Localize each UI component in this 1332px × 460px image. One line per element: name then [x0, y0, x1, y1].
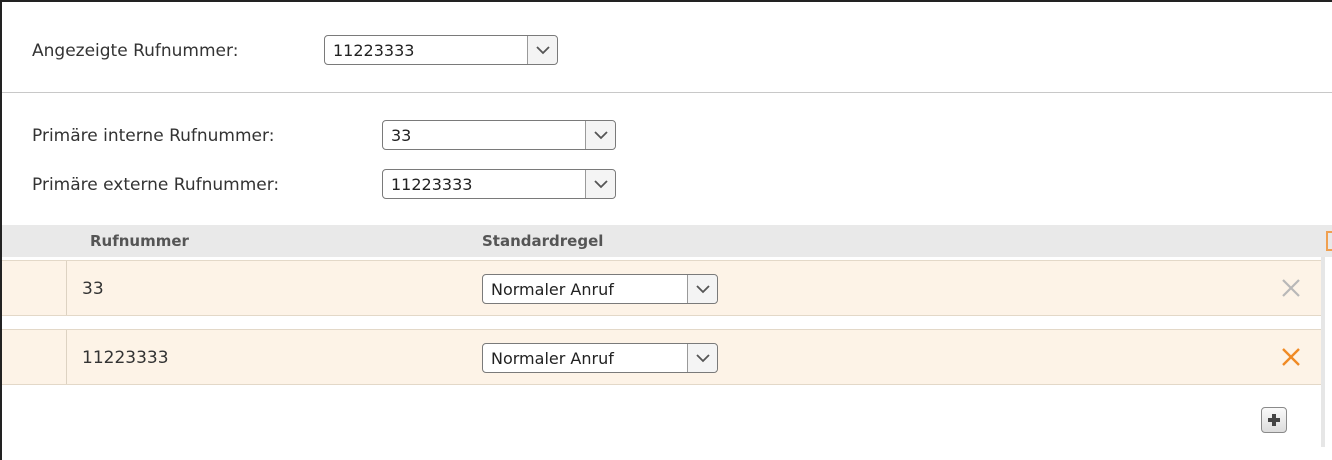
- chevron-down-icon: [687, 275, 717, 303]
- primary-internal-value: 33: [391, 125, 412, 145]
- display-number-label: Angezeigte Rufnummer:: [32, 41, 239, 61]
- primary-numbers-section: Primäre interne Rufnummer: 33 Primäre ex…: [2, 93, 1332, 223]
- chevron-down-icon: [585, 170, 615, 198]
- row-gutter: [2, 261, 67, 315]
- primary-external-select[interactable]: 11223333: [382, 169, 616, 199]
- rule-value: Normaler Anruf: [491, 348, 614, 368]
- add-number-button[interactable]: [1261, 407, 1287, 433]
- display-number-section: Angezeigte Rufnummer: 11223333: [2, 2, 1332, 93]
- rule-value: Normaler Anruf: [491, 279, 614, 299]
- plus-icon: [1268, 414, 1280, 426]
- display-number-value: 11223333: [333, 40, 415, 60]
- column-header-rule: Standardregel: [482, 232, 604, 250]
- primary-external-value: 11223333: [391, 174, 473, 194]
- row-number: 33: [82, 279, 104, 299]
- table-row: 11223333 Normaler Anruf: [2, 329, 1324, 385]
- numbers-table-header: Rufnummer Standardregel: [2, 225, 1332, 257]
- column-header-number: Rufnummer: [90, 232, 189, 250]
- table-row: 33 Normaler Anruf: [2, 260, 1324, 316]
- rule-select[interactable]: Normaler Anruf: [482, 274, 718, 304]
- rule-select[interactable]: Normaler Anruf: [482, 343, 718, 373]
- primary-external-label: Primäre externe Rufnummer:: [32, 175, 280, 195]
- row-gutter: [2, 330, 67, 384]
- primary-internal-select[interactable]: 33: [382, 120, 616, 150]
- chevron-down-icon: [585, 121, 615, 149]
- chevron-down-icon: [687, 344, 717, 372]
- close-icon[interactable]: [1278, 344, 1304, 370]
- row-number: 11223333: [82, 348, 169, 368]
- header-edge-marker: [1326, 231, 1332, 251]
- chevron-down-icon: [527, 36, 557, 64]
- scroll-track: [1321, 257, 1325, 447]
- close-icon[interactable]: [1278, 275, 1304, 301]
- primary-internal-label: Primäre interne Rufnummer:: [32, 126, 275, 146]
- display-number-select[interactable]: 11223333: [324, 35, 558, 65]
